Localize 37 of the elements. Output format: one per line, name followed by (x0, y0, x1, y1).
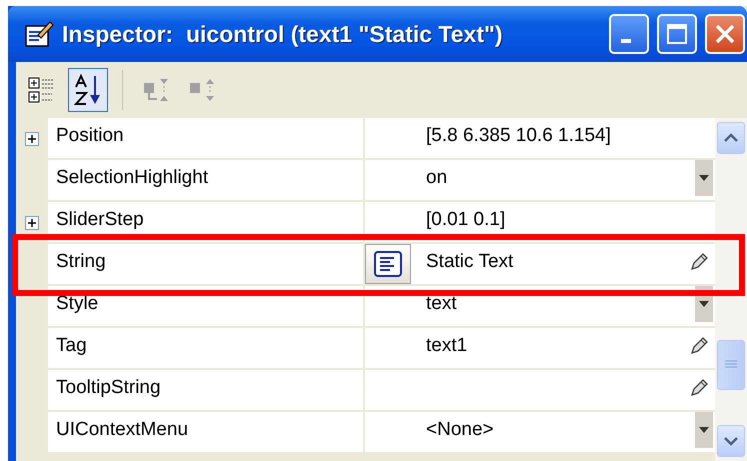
close-icon (714, 23, 736, 45)
grip-icon (725, 360, 737, 370)
scroll-up-button[interactable] (717, 122, 745, 154)
property-value: [0.01 0.1] (426, 209, 506, 230)
scroll-thumb[interactable] (717, 340, 745, 390)
pencil-icon[interactable] (689, 252, 709, 272)
property-value: text1 (426, 335, 468, 356)
caret-down-icon (699, 301, 709, 307)
text-lines-icon (374, 251, 402, 277)
property-value: Static Text (426, 251, 514, 272)
property-value: text (426, 293, 457, 314)
pencil-icon[interactable] (689, 378, 709, 398)
property-value: <None> (426, 419, 494, 440)
edit-document-icon (24, 19, 54, 49)
window-title: Inspector: uicontrol (text1 "Static Text") (62, 20, 504, 48)
close-button[interactable] (705, 14, 745, 54)
maximize-button[interactable] (657, 14, 697, 54)
property-value: [5.8 6.385 10.6 1.154] (426, 125, 611, 146)
scroll-down-button[interactable] (717, 425, 745, 457)
text-editor-button[interactable] (365, 244, 411, 284)
dropdown-button[interactable] (695, 412, 713, 448)
pencil-icon[interactable] (689, 336, 709, 356)
caret-down-icon (699, 175, 709, 181)
property-name: UIContextMenu (48, 412, 365, 454)
scrollbar[interactable] (715, 118, 747, 461)
dropdown-button[interactable] (695, 160, 713, 196)
toolbar-button[interactable] (68, 68, 108, 112)
expand-icon[interactable] (25, 132, 39, 146)
caret-down-icon (699, 427, 709, 433)
minimize-button[interactable] (609, 14, 649, 54)
chevron-down-icon (724, 436, 738, 446)
sort-az-icon (73, 73, 103, 107)
chevron-up-icon (724, 133, 738, 143)
property-value: on (426, 167, 448, 188)
maximize-icon (666, 23, 688, 45)
expand-icon[interactable] (25, 216, 39, 230)
minimize-icon (621, 39, 631, 43)
